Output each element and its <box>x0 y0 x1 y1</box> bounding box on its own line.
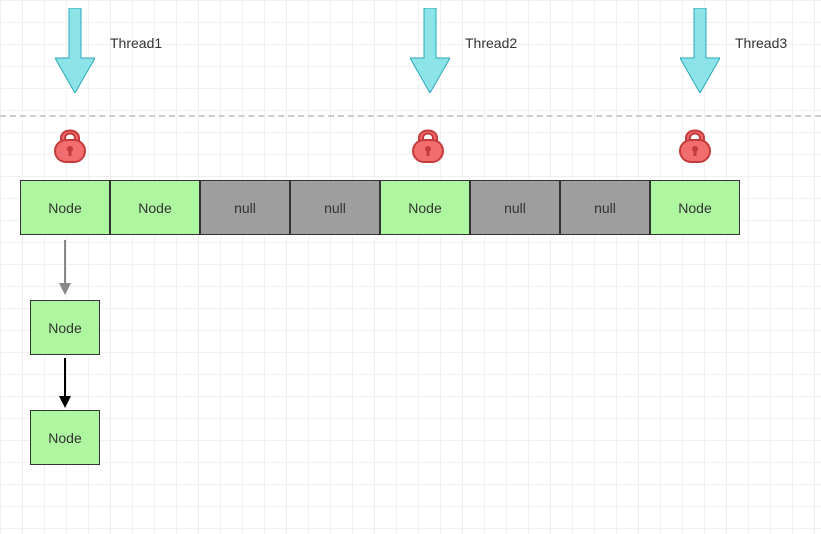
lock-icon-2 <box>408 120 448 165</box>
thread-arrow-1 <box>55 8 95 93</box>
chain-link-arrow-1 <box>55 240 75 290</box>
chain-link-arrow-2 <box>55 358 75 408</box>
dashed-separator <box>0 115 821 117</box>
hash-array: Node Node null null Node null null Node <box>20 180 740 235</box>
array-cell-6: null <box>560 180 650 235</box>
array-cell-2: null <box>200 180 290 235</box>
array-cell-0: Node <box>20 180 110 235</box>
chain-node-2: Node <box>30 410 100 465</box>
chain-node-1: Node <box>30 300 100 355</box>
lock-icon-1 <box>50 120 90 165</box>
thread-label-2: Thread2 <box>465 35 517 51</box>
array-cell-1: Node <box>110 180 200 235</box>
array-cell-4: Node <box>380 180 470 235</box>
thread-arrow-3 <box>680 8 720 93</box>
array-cell-3: null <box>290 180 380 235</box>
array-cell-7: Node <box>650 180 740 235</box>
thread-label-1: Thread1 <box>110 35 162 51</box>
thread-arrow-2 <box>410 8 450 93</box>
array-cell-5: null <box>470 180 560 235</box>
thread-label-3: Thread3 <box>735 35 787 51</box>
lock-icon-3 <box>675 120 715 165</box>
